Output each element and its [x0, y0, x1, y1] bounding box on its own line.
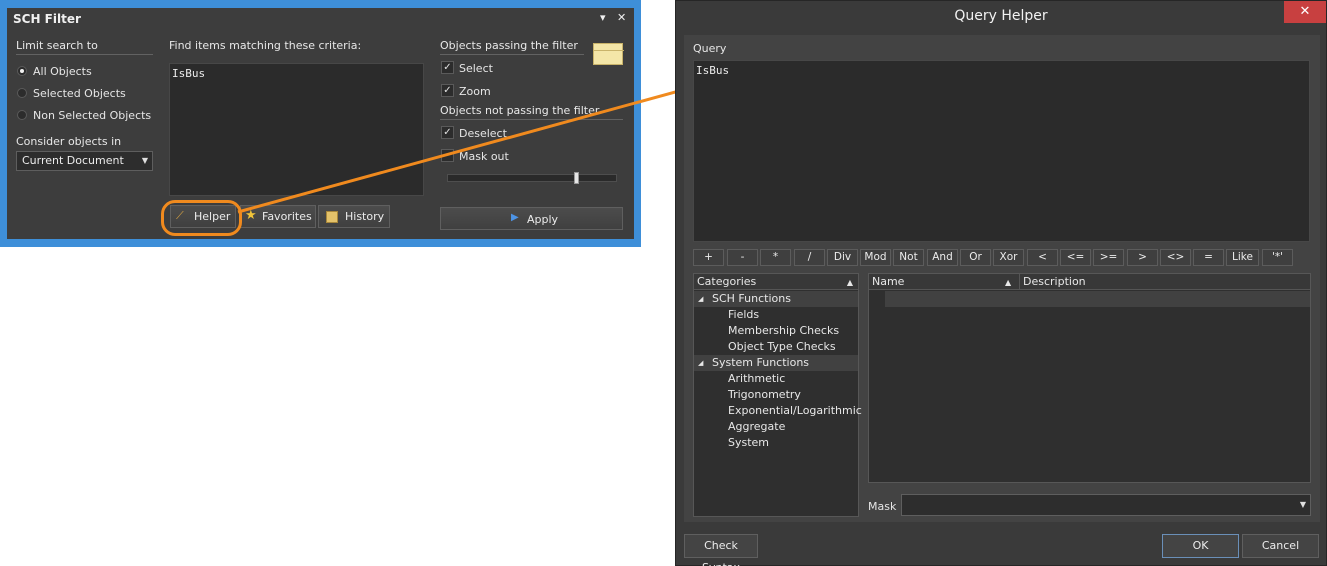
operator-minus-button[interactable]: - — [727, 249, 758, 266]
category-arithmetic[interactable]: Arithmetic — [728, 371, 785, 387]
category-trigonometry[interactable]: Trigonometry — [728, 387, 801, 403]
operator-mod-button[interactable]: Mod — [860, 249, 891, 266]
functions-panel: Name ▲ Description — [868, 273, 1311, 483]
operator-not-equal-button[interactable]: <> — [1160, 249, 1191, 266]
category-object-type-checks[interactable]: Object Type Checks — [728, 339, 836, 355]
check-syntax-button[interactable]: Check Syntax — [684, 534, 758, 566]
expander-icon[interactable]: ◢ — [698, 355, 703, 371]
operator-like-button[interactable]: Like — [1226, 249, 1259, 266]
query-helper-dialog: Query Helper ✕ Query IsBus + - * / Div M… — [675, 0, 1327, 566]
operator-equal-button[interactable]: = — [1193, 249, 1224, 266]
query-label: Query — [693, 42, 727, 55]
category-system[interactable]: System — [728, 435, 769, 451]
operator-and-button[interactable]: And — [927, 249, 958, 266]
column-divider[interactable] — [1019, 274, 1020, 289]
categories-panel: Categories ▲ ◢ SCH Functions Fields Memb… — [693, 273, 862, 517]
categories-header-label: Categories — [697, 275, 757, 288]
operator-plus-button[interactable]: + — [693, 249, 724, 266]
operator-wildcard-button[interactable]: '*' — [1262, 249, 1293, 266]
category-label: System Functions — [712, 356, 810, 369]
operator-div-button[interactable]: Div — [827, 249, 858, 266]
mask-dropdown[interactable]: ▼ — [901, 494, 1311, 516]
operator-greater-button[interactable]: > — [1127, 249, 1158, 266]
category-label: SCH Functions — [712, 292, 791, 305]
description-column-header[interactable]: Description — [1023, 274, 1086, 289]
expander-icon[interactable]: ◢ — [698, 291, 703, 307]
dialog-body: Query IsBus + - * / Div Mod Not And Or X… — [684, 35, 1320, 522]
chevron-down-icon: ▼ — [1299, 500, 1306, 509]
mask-label: Mask — [868, 500, 897, 513]
dialog-title: Query Helper — [954, 8, 1048, 24]
sort-up-icon: ▲ — [1005, 278, 1012, 287]
category-system-functions[interactable]: ◢ System Functions — [694, 355, 858, 371]
close-icon[interactable]: ✕ — [1284, 1, 1326, 23]
operator-less-equal-button[interactable]: <= — [1060, 249, 1091, 266]
cancel-button[interactable]: Cancel — [1242, 534, 1319, 558]
operator-not-button[interactable]: Not — [893, 249, 924, 266]
category-fields[interactable]: Fields — [728, 307, 759, 323]
table-row[interactable] — [885, 291, 1310, 307]
category-aggregate[interactable]: Aggregate — [728, 419, 785, 435]
ok-button[interactable]: OK — [1162, 534, 1239, 558]
operator-xor-button[interactable]: Xor — [993, 249, 1024, 266]
categories-header[interactable]: Categories ▲ — [694, 274, 858, 290]
category-sch-functions[interactable]: ◢ SCH Functions — [694, 291, 858, 307]
query-editor[interactable]: IsBus — [693, 60, 1310, 242]
operator-less-button[interactable]: < — [1027, 249, 1058, 266]
name-column-header[interactable]: Name — [872, 275, 904, 288]
operator-multiply-button[interactable]: * — [760, 249, 791, 266]
operator-greater-equal-button[interactable]: >= — [1093, 249, 1124, 266]
sort-up-icon: ▲ — [846, 278, 853, 287]
category-exponential-logarithmic[interactable]: Exponential/Logarithmic — [728, 403, 862, 419]
category-membership-checks[interactable]: Membership Checks — [728, 323, 839, 339]
functions-header: Name ▲ Description — [869, 274, 1310, 290]
operator-or-button[interactable]: Or — [960, 249, 991, 266]
operator-divide-button[interactable]: / — [794, 249, 825, 266]
